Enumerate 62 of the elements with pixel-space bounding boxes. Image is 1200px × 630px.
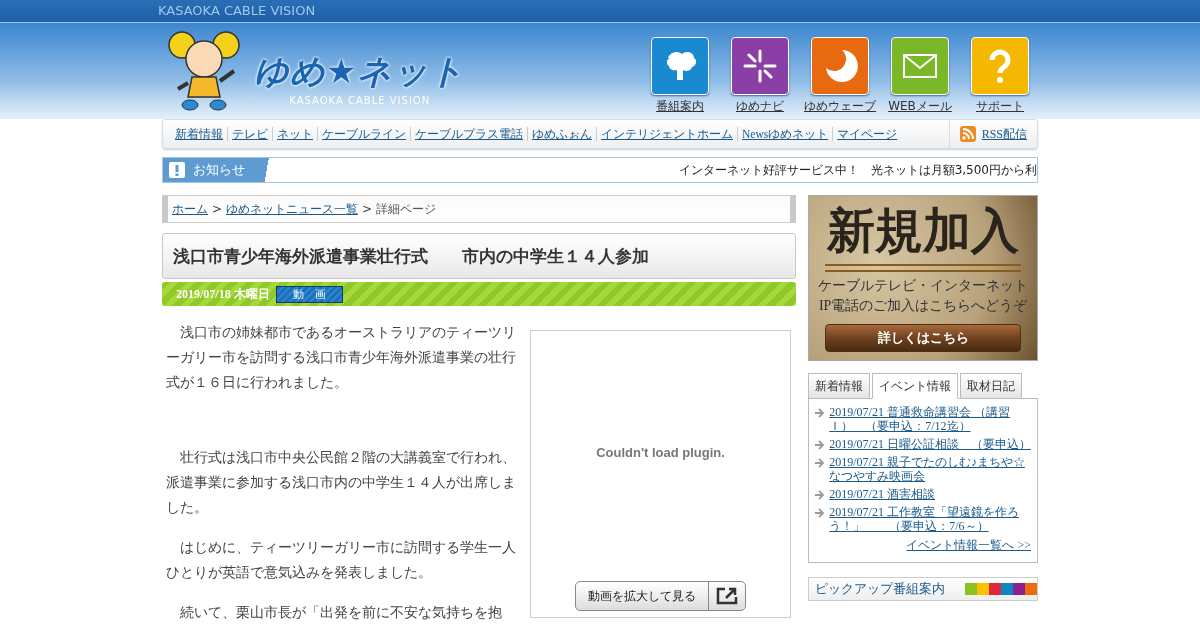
article-paragraph: はじめに、ティーツリーガリー市に訪問する学生一人ひとりが英語で意気込みを発表しました。 xyxy=(166,538,516,582)
banner-text: ケーブルテレビ・インターネット xyxy=(818,277,1029,295)
article-title: 浅口市青少年海外派遣事業壮行式 市内の中学生１４人参加 xyxy=(173,244,649,268)
service-link[interactable]: WEBメール xyxy=(884,37,956,115)
article-paragraph: 壮行式は浅口市中央公民館２階の大講義室で行われ、派遣事業に参加する浅口市内の中学生１４人が出席しました。 xyxy=(166,448,516,517)
service-link[interactable]: 番組案内 xyxy=(644,37,716,115)
arrow-icon xyxy=(815,439,826,451)
event-link[interactable]: 2019/07/21 親子でたのしむ♪まちや☆なつやすみ映画会 xyxy=(829,455,1031,483)
color-tab[interactable] xyxy=(1001,583,1013,595)
nav-link[interactable]: ゆめふぉん xyxy=(527,127,596,141)
pickup-title: ピックアップ番組案内 xyxy=(815,580,946,598)
arrow-icon xyxy=(815,457,826,469)
service-link[interactable]: ゆめナビ xyxy=(724,37,796,115)
color-tab[interactable] xyxy=(989,583,1001,595)
arrow-icon xyxy=(815,489,826,501)
breadcrumb-separator: > xyxy=(212,202,223,216)
nav-link[interactable]: 新着情報 xyxy=(171,127,227,141)
breadcrumb-separator: > xyxy=(362,202,373,216)
service-link[interactable]: ゆめウェーブ xyxy=(804,37,876,115)
plugin-message: Couldn't load plugin. xyxy=(596,445,725,460)
arrow-icon xyxy=(815,407,826,419)
article-date: 2019/07/18 木曜日 xyxy=(176,285,270,303)
notice-label: お知らせ xyxy=(193,161,245,179)
nav-link[interactable]: ネット xyxy=(272,127,317,141)
tab[interactable]: イベント情報 xyxy=(872,373,959,399)
video-badge: 動 画 xyxy=(275,285,343,303)
nav-link[interactable]: マイページ xyxy=(832,127,902,141)
color-tab[interactable] xyxy=(1013,583,1025,595)
details-button[interactable]: 詳しくはこちら xyxy=(825,324,1022,352)
site-title: KASAOKA CABLE VISION xyxy=(158,2,316,20)
nav-link[interactable]: インテリジェントホーム xyxy=(596,127,737,141)
exclamation-icon xyxy=(169,162,185,178)
logo-subtitle: KASAOKA CABLE VISION xyxy=(289,94,431,106)
banner-headline: 新規加入 xyxy=(827,202,1020,258)
article-paragraph: 続いて、栗山市長が「出発を前に不安な気持ちを抱 xyxy=(179,603,503,622)
service-link[interactable]: サポート xyxy=(964,37,1036,115)
nav-link[interactable]: テレビ xyxy=(227,127,272,141)
color-tab[interactable] xyxy=(1025,583,1037,595)
event-link[interactable]: 2019/07/21 日曜公証相談 （要申込） xyxy=(829,437,1031,451)
banner-text: IP電話のご加入はこちらへどうぞ xyxy=(818,297,1028,315)
signup-banner[interactable]: 新規加入 ケーブルテレビ・インターネット IP電話のご加入はこちらへどうぞ 詳しくはこちら xyxy=(808,195,1038,361)
external-link-icon xyxy=(715,586,739,606)
breadcrumb-link[interactable]: ホーム xyxy=(172,200,208,218)
event-link[interactable]: 2019/07/21 酒害相談 xyxy=(829,487,935,501)
breadcrumb-link[interactable]: ゆめネットニュース一覧 xyxy=(226,200,359,218)
enlarge-video-button[interactable]: 動画を拡大して見る xyxy=(575,581,746,611)
rss-link[interactable]: RSS配信 xyxy=(948,120,1037,148)
notice-text: インターネット好評サービス中！ 光ネットは月額3,500円から利 xyxy=(678,161,1037,179)
color-tab[interactable] xyxy=(977,583,989,595)
arrow-icon xyxy=(815,507,826,519)
event-link[interactable]: 2019/07/21 普通救命講習会 （講習Ｉ） （要申込：7/12迄） xyxy=(829,405,1031,433)
color-tab[interactable] xyxy=(965,583,977,595)
tab[interactable]: 新着情報 xyxy=(808,373,871,399)
more-events-link[interactable]: イベント情報一覧へ >> xyxy=(815,537,1031,554)
nav-link[interactable]: Newsゆめネット xyxy=(737,127,833,141)
event-link[interactable]: 2019/07/21 工作教室「望遠鏡を作ろう！」 （要申込：7/6～） xyxy=(829,505,1031,533)
article-paragraph: 浅口市の姉妹都市であるオーストラリアのティーツリーガリー市を訪問する浅口市青少年海外派遣事業の壮行式が１６日に行われました。 xyxy=(166,323,516,392)
rss-icon xyxy=(959,126,976,142)
nav-link[interactable]: ケーブルプラス電話 xyxy=(410,127,527,141)
nav-link[interactable]: ケーブルライン xyxy=(317,127,410,141)
breadcrumb-current: 詳細ページ xyxy=(376,200,437,218)
tab[interactable]: 取材日記 xyxy=(960,373,1023,399)
